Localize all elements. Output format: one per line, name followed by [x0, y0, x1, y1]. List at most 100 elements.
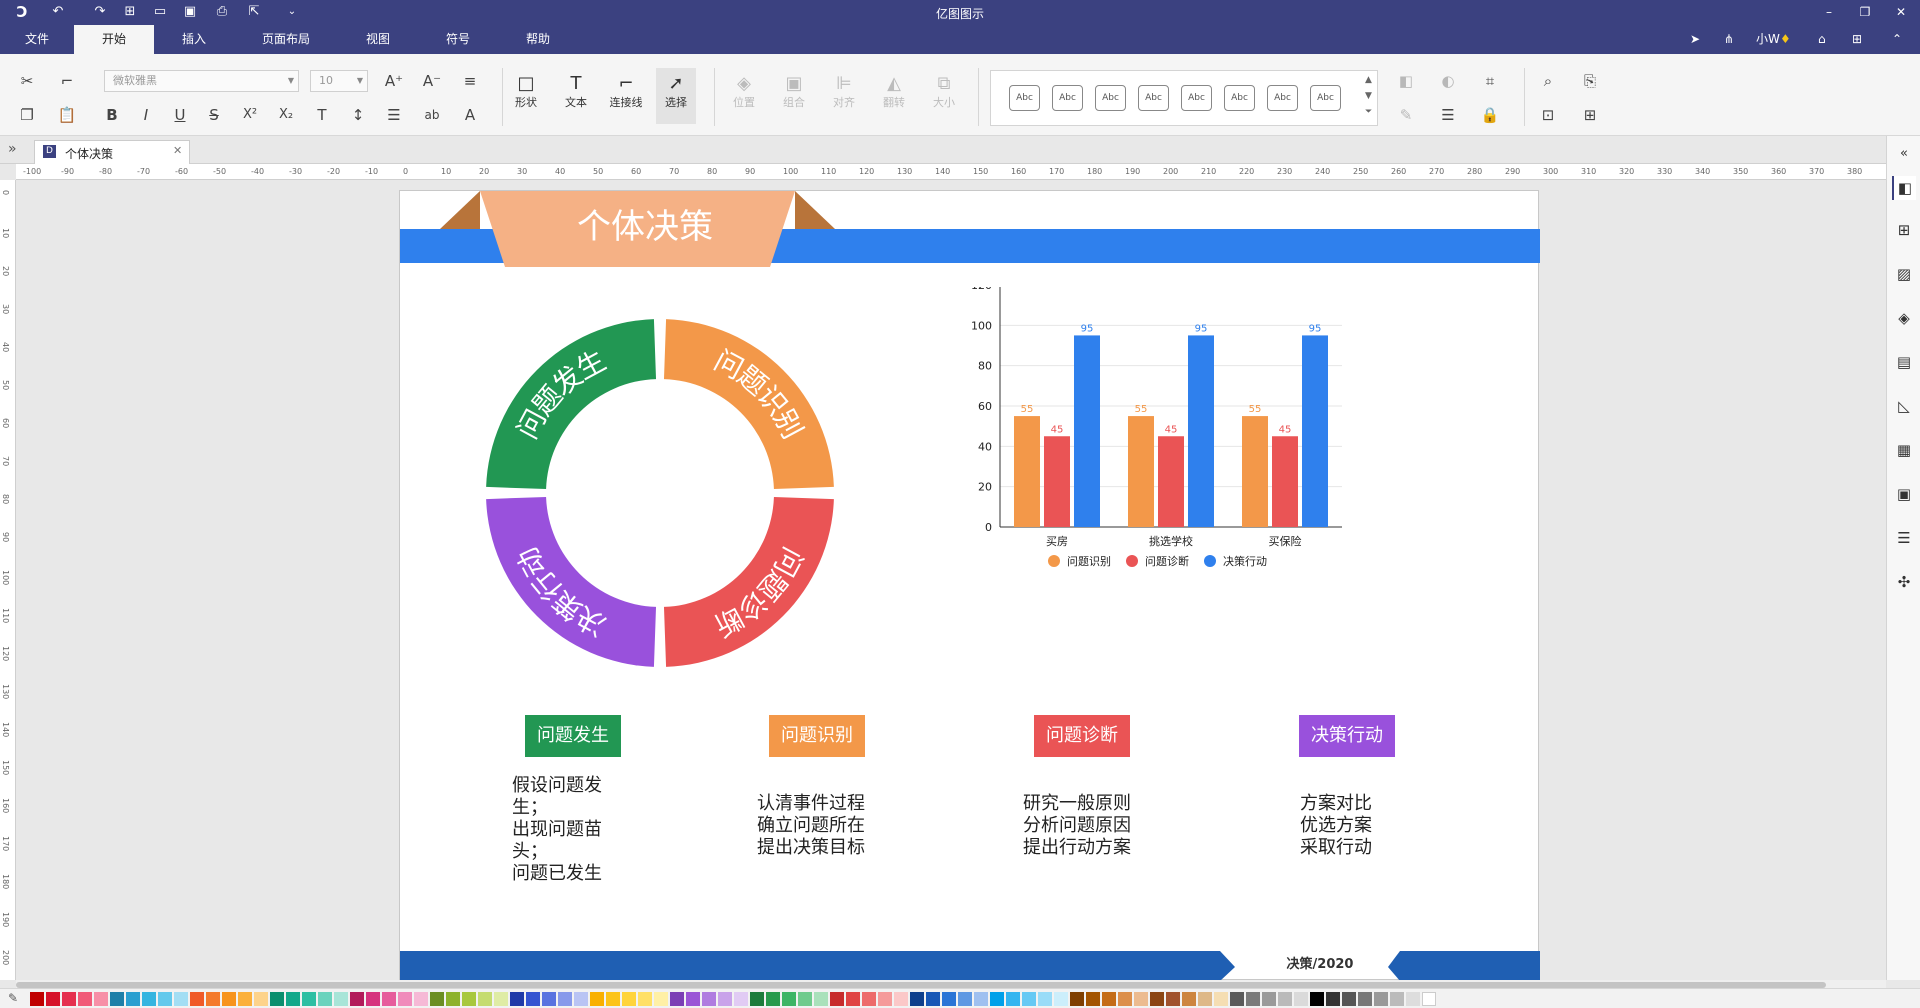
slideshow-icon[interactable]: ▣ — [1892, 482, 1916, 506]
color-swatch[interactable] — [1118, 992, 1132, 1006]
color-swatch[interactable] — [62, 992, 76, 1006]
color-swatch[interactable] — [1102, 992, 1116, 1006]
color-swatch[interactable] — [750, 992, 764, 1006]
color-swatch[interactable] — [670, 992, 684, 1006]
minimize-icon[interactable]: – — [1820, 3, 1838, 21]
color-swatch[interactable] — [542, 992, 556, 1006]
color-swatch[interactable] — [510, 992, 524, 1006]
send-icon[interactable]: ➤ — [1690, 31, 1700, 47]
color-swatch[interactable] — [478, 992, 492, 1006]
style-sample[interactable]: Abc — [1267, 85, 1298, 111]
shadow-icon[interactable]: ◐ — [1436, 70, 1460, 92]
color-swatch[interactable] — [174, 992, 188, 1006]
color-swatch[interactable] — [1406, 992, 1420, 1006]
size-button[interactable]: ⧉ 大小 — [924, 72, 964, 110]
export-icon[interactable]: ⇱ — [246, 4, 262, 20]
color-swatch[interactable] — [286, 992, 300, 1006]
tab-insert[interactable]: 插入 — [164, 25, 224, 54]
fill-bucket-icon[interactable]: ◧ — [1892, 176, 1916, 200]
style-sample[interactable]: Abc — [1181, 85, 1212, 111]
font-name-select[interactable]: 微软雅黑 ▼ — [104, 70, 299, 92]
paste-icon[interactable]: 📋 — [55, 104, 79, 126]
redo-icon[interactable]: ↷ — [92, 4, 108, 20]
color-swatch[interactable] — [830, 992, 844, 1006]
tab-file[interactable]: 文件 — [10, 25, 64, 54]
color-swatch[interactable] — [590, 992, 604, 1006]
search-icon[interactable]: ⌕ — [1536, 70, 1560, 92]
layers-icon[interactable]: ◈ — [1892, 306, 1916, 330]
style-sample[interactable]: Abc — [1224, 85, 1255, 111]
font-size-select[interactable]: 10 ▼ — [310, 70, 368, 92]
style-sample[interactable]: Abc — [1052, 85, 1083, 111]
color-swatch[interactable] — [206, 992, 220, 1006]
color-swatch[interactable] — [766, 992, 780, 1006]
color-swatch[interactable] — [126, 992, 140, 1006]
cut-icon[interactable]: ✂ — [15, 70, 39, 92]
position-button[interactable]: ◈ 位置 — [724, 72, 764, 110]
color-swatch[interactable] — [1422, 992, 1436, 1006]
tab-page-layout[interactable]: 页面布局 — [250, 25, 322, 54]
color-swatch[interactable] — [494, 992, 508, 1006]
page-icon[interactable]: ▤ — [1892, 350, 1916, 374]
text-style-icon[interactable]: T — [310, 104, 334, 126]
save-icon[interactable]: ▣ — [182, 4, 198, 20]
tab-help[interactable]: 帮助 — [510, 25, 566, 54]
format-icon[interactable]: ☰ — [1892, 526, 1916, 550]
color-swatch[interactable] — [254, 992, 268, 1006]
color-swatch[interactable] — [238, 992, 252, 1006]
color-swatch[interactable] — [1038, 992, 1052, 1006]
color-swatch[interactable] — [1134, 992, 1148, 1006]
color-swatch[interactable] — [1358, 992, 1372, 1006]
table-icon[interactable]: ▦ — [1892, 438, 1916, 462]
color-swatch[interactable] — [398, 992, 412, 1006]
color-swatch[interactable] — [110, 992, 124, 1006]
canvas-area[interactable]: 个体决策 问题发生问题识别问题诊断决策行动 020406080100120554… — [16, 180, 1886, 980]
mindmap-icon[interactable]: ✣ — [1892, 570, 1916, 594]
image-icon[interactable]: ▨ — [1892, 262, 1916, 286]
color-swatch[interactable] — [1374, 992, 1388, 1006]
color-swatch[interactable] — [862, 992, 876, 1006]
color-swatch[interactable] — [878, 992, 892, 1006]
color-swatch[interactable] — [654, 992, 668, 1006]
color-swatch[interactable] — [158, 992, 172, 1006]
new-file-icon[interactable]: ⊞ — [122, 4, 138, 20]
connector-button[interactable]: ⌐ 连接线 — [606, 72, 646, 110]
text-case-icon[interactable]: ab — [420, 104, 444, 126]
tab-home[interactable]: 开始 — [74, 25, 154, 54]
doc-tab[interactable]: D 个体决策 ✕ — [34, 140, 190, 164]
fit-page-icon[interactable]: ⊡ — [1536, 104, 1560, 126]
group-button[interactable]: ▣ 组合 — [774, 72, 814, 110]
style-sample[interactable]: Abc — [1138, 85, 1169, 111]
share-icon[interactable]: ⋔ — [1724, 31, 1734, 47]
color-swatch[interactable] — [1182, 992, 1196, 1006]
style-sample[interactable]: Abc — [1310, 85, 1341, 111]
color-swatch[interactable] — [462, 992, 476, 1006]
color-swatch[interactable] — [190, 992, 204, 1006]
color-swatch[interactable] — [318, 992, 332, 1006]
color-swatch[interactable] — [798, 992, 812, 1006]
color-swatch[interactable] — [782, 992, 796, 1006]
color-swatch[interactable] — [302, 992, 316, 1006]
color-swatch[interactable] — [1326, 992, 1340, 1006]
font-shrink-icon[interactable]: A⁻ — [420, 70, 444, 92]
line-spacing-icon[interactable]: ↕ — [346, 104, 370, 126]
chart-icon[interactable]: ◺ — [1892, 394, 1916, 418]
color-swatch[interactable] — [94, 992, 108, 1006]
close-tab-icon[interactable]: ✕ — [173, 144, 182, 157]
open-folder-icon[interactable]: ▭ — [152, 4, 168, 20]
color-swatch[interactable] — [574, 992, 588, 1006]
font-color-icon[interactable]: A — [458, 104, 482, 126]
color-swatch[interactable] — [1310, 992, 1324, 1006]
color-swatch[interactable] — [30, 992, 44, 1006]
color-swatch[interactable] — [334, 992, 348, 1006]
lock-icon[interactable]: 🔒 — [1478, 104, 1502, 126]
align-button[interactable]: ⊫ 对齐 — [824, 72, 864, 110]
color-picker-icon[interactable]: ✎ — [8, 991, 18, 1005]
color-swatch[interactable] — [142, 992, 156, 1006]
color-swatch[interactable] — [814, 992, 828, 1006]
color-swatch[interactable] — [942, 992, 956, 1006]
expand-library-icon[interactable]: » — [8, 141, 17, 157]
color-swatch[interactable] — [350, 992, 364, 1006]
bold-icon[interactable]: B — [100, 104, 124, 126]
color-swatch[interactable] — [1198, 992, 1212, 1006]
